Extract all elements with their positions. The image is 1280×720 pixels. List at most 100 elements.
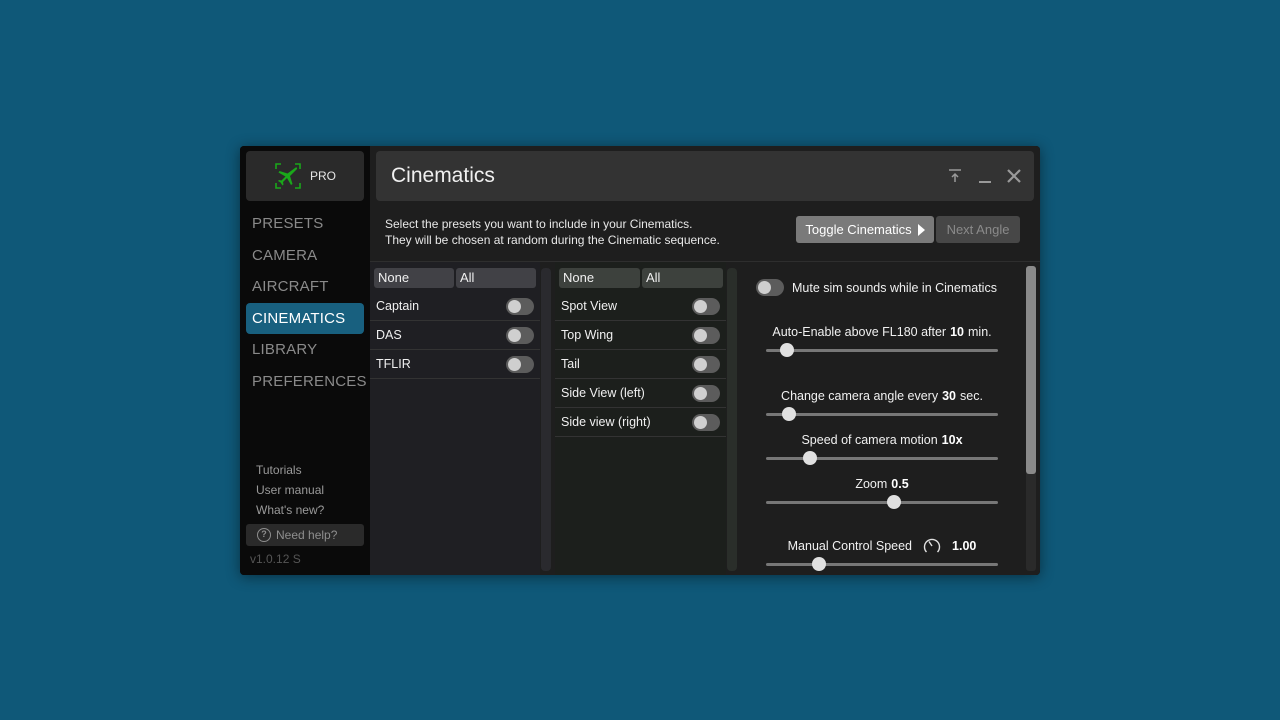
list-item[interactable]: DAS: [370, 321, 540, 350]
version-label: v1.0.12 S: [250, 552, 301, 566]
auto-enable-slider-block: Auto-Enable above FL180 after 10 min.: [766, 324, 998, 357]
need-help-label: Need help?: [276, 528, 338, 542]
item-label: TFLIR: [376, 357, 411, 371]
slider-label-text: Speed of camera motion: [801, 433, 938, 447]
preset-column-2: None All Spot View Top Wing Tail Side Vi…: [555, 262, 726, 575]
list-item[interactable]: Tail: [555, 350, 726, 379]
zoom-slider-block: Zoom 0.5: [766, 476, 998, 509]
item-label: DAS: [376, 328, 402, 342]
item-toggle[interactable]: [692, 384, 720, 402]
camera-motion-slider[interactable]: [766, 451, 998, 465]
item-toggle[interactable]: [692, 326, 720, 344]
sidebar-nav: PRESETS CAMERA AIRCRAFT CINEMATICS LIBRA…: [246, 208, 367, 398]
slider-label-text: Change camera angle every: [781, 389, 939, 403]
camera-angle-slider[interactable]: [766, 407, 998, 421]
slider-thumb[interactable]: [779, 343, 794, 357]
slider-label-text: Zoom: [855, 477, 888, 491]
description-line-2: They will be chosen at random during the…: [385, 233, 720, 247]
slider-thumb[interactable]: [782, 407, 797, 421]
user-manual-link[interactable]: User manual: [256, 482, 324, 502]
item-label: Tail: [561, 357, 580, 371]
slider-value: 30: [942, 389, 956, 403]
slider-label-text: Auto-Enable above FL180 after: [772, 325, 947, 339]
item-toggle[interactable]: [692, 355, 720, 373]
title-bar: Cinematics: [376, 151, 1034, 201]
slider-value: 10x: [941, 433, 963, 447]
mute-toggle[interactable]: [756, 279, 784, 296]
item-label: Captain: [376, 299, 420, 313]
item-toggle[interactable]: [506, 297, 534, 315]
manual-speed-slider[interactable]: [766, 557, 998, 571]
sidebar-item-presets[interactable]: PRESETS: [246, 208, 364, 240]
slider-thumb[interactable]: [803, 451, 818, 465]
close-icon[interactable]: [1005, 167, 1023, 185]
minimize-icon[interactable]: [976, 167, 994, 185]
list-item[interactable]: Side View (left): [555, 379, 726, 408]
item-toggle[interactable]: [692, 413, 720, 431]
camera-motion-slider-block: Speed of camera motion 10x: [766, 432, 998, 465]
slider-value: 1.00: [952, 539, 977, 553]
column-1-scrollbar[interactable]: [541, 268, 551, 571]
description-line-1: Select the presets you want to include i…: [385, 217, 693, 231]
slider-label: Auto-Enable above FL180 after 10 min.: [766, 324, 998, 340]
logo[interactable]: PRO: [246, 151, 364, 201]
preset-list: Spot View Top Wing Tail Side View (left)…: [555, 292, 726, 437]
tutorials-link[interactable]: Tutorials: [256, 462, 324, 482]
mute-label: Mute sim sounds while in Cinematics: [792, 280, 997, 295]
sidebar-item-camera[interactable]: CAMERA: [246, 240, 364, 272]
list-item[interactable]: Spot View: [555, 292, 726, 321]
cinematics-settings: Mute sim sounds while in Cinematics Auto…: [736, 262, 1030, 575]
item-label: Side View (left): [561, 386, 645, 400]
settings-scrollbar[interactable]: [1026, 266, 1036, 571]
auto-enable-slider[interactable]: [766, 343, 998, 357]
scrollbar-thumb[interactable]: [1026, 266, 1036, 474]
slider-value: 0.5: [891, 477, 909, 491]
pin-top-icon[interactable]: [946, 167, 964, 185]
toggle-cinematics-button[interactable]: Toggle Cinematics: [796, 216, 934, 243]
preset-list: Captain DAS TFLIR: [370, 292, 540, 379]
item-toggle[interactable]: [506, 326, 534, 344]
sidebar: PRO PRESETS CAMERA AIRCRAFT CINEMATICS L…: [240, 146, 370, 575]
item-label: Side view (right): [561, 415, 651, 429]
sidebar-item-preferences[interactable]: PREFERENCES: [246, 366, 367, 398]
sidebar-item-cinematics[interactable]: CINEMATICS: [246, 302, 364, 334]
whats-new-link[interactable]: What's new?: [256, 502, 324, 522]
question-circle-icon: ?: [257, 528, 271, 542]
item-toggle[interactable]: [506, 355, 534, 373]
slider-label: Manual Control Speed 1.00: [766, 538, 998, 554]
manual-speed-slider-block: Manual Control Speed 1.00: [766, 538, 998, 571]
slider-thumb[interactable]: [886, 495, 901, 509]
sidebar-links: Tutorials User manual What's new?: [256, 462, 324, 522]
slider-label: Zoom 0.5: [766, 476, 998, 492]
slider-label-text: Manual Control Speed: [787, 539, 913, 553]
main-panel: Cinematics Select the presets you want t…: [370, 146, 1040, 575]
selection-buttons: None All: [374, 268, 536, 288]
sidebar-item-library[interactable]: LIBRARY: [246, 334, 364, 366]
item-label: Top Wing: [561, 328, 614, 342]
slider-unit: sec.: [960, 389, 983, 403]
list-item[interactable]: Top Wing: [555, 321, 726, 350]
play-icon: [917, 223, 925, 236]
slider-label: Speed of camera motion 10x: [766, 432, 998, 448]
app-window: PRO PRESETS CAMERA AIRCRAFT CINEMATICS L…: [240, 146, 1040, 575]
mute-setting: Mute sim sounds while in Cinematics: [756, 279, 997, 296]
list-item[interactable]: TFLIR: [370, 350, 540, 379]
slider-unit: min.: [968, 325, 992, 339]
next-angle-button[interactable]: Next Angle: [936, 216, 1020, 243]
select-all-button[interactable]: All: [642, 268, 723, 288]
select-none-button[interactable]: None: [559, 268, 640, 288]
list-item[interactable]: Side view (right): [555, 408, 726, 437]
list-item[interactable]: Captain: [370, 292, 540, 321]
sidebar-item-aircraft[interactable]: AIRCRAFT: [246, 271, 364, 303]
item-label: Spot View: [561, 299, 618, 313]
selection-buttons: None All: [559, 268, 723, 288]
slider-thumb[interactable]: [812, 557, 827, 571]
zoom-slider[interactable]: [766, 495, 998, 509]
select-all-button[interactable]: All: [456, 268, 536, 288]
toggle-cinematics-label: Toggle Cinematics: [805, 222, 912, 237]
slider-value: 10: [950, 325, 964, 339]
item-toggle[interactable]: [692, 297, 720, 315]
need-help-button[interactable]: ? Need help?: [246, 524, 364, 546]
select-none-button[interactable]: None: [374, 268, 454, 288]
pro-badge: PRO: [309, 169, 336, 183]
